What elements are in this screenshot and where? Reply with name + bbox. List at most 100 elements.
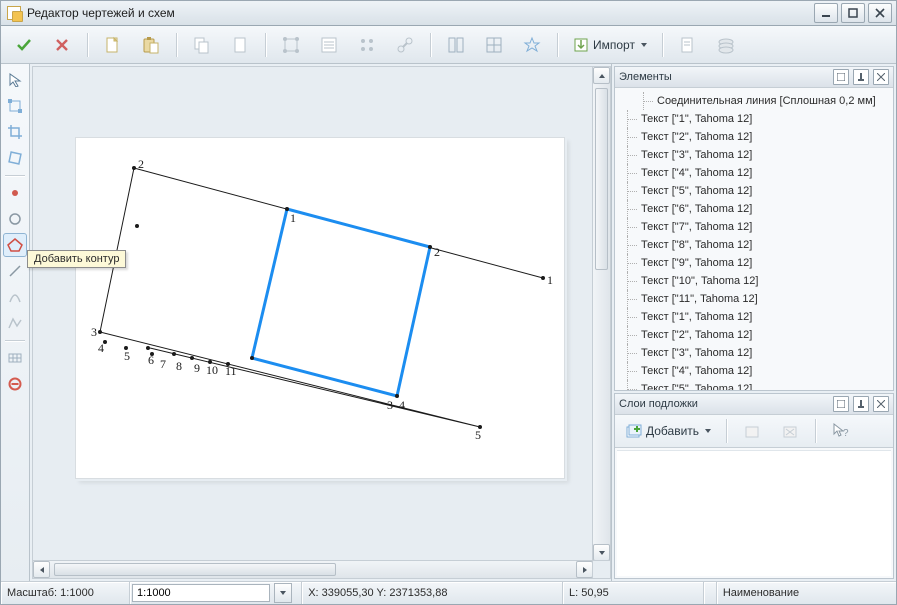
scroll-up-button[interactable] [593, 67, 610, 84]
tree-item[interactable]: Соединительная линия [Сплошная 0,2 мм] [615, 92, 893, 110]
scale-dropdown-button[interactable] [274, 583, 292, 603]
elements-tree[interactable]: Соединительная линия [Сплошная 0,2 мм]Те… [615, 88, 893, 390]
grid-button[interactable] [477, 32, 511, 58]
point-tool[interactable] [3, 181, 27, 205]
scroll-track[interactable] [50, 561, 576, 578]
scroll-right-button[interactable] [576, 561, 593, 578]
main-toolbar: Импорт [1, 26, 896, 64]
tree-item[interactable]: Текст ["11", Tahoma 12] [615, 290, 893, 308]
copy-button[interactable] [185, 32, 219, 58]
table-insert-tool[interactable] [3, 346, 27, 370]
status-scale-combo[interactable] [130, 582, 302, 604]
arc-tool[interactable] [3, 285, 27, 309]
polyline-tool[interactable] [3, 311, 27, 335]
separator [662, 33, 663, 57]
close-button[interactable] [868, 3, 892, 23]
layer-edit-button[interactable] [735, 418, 769, 444]
link-button[interactable] [388, 32, 422, 58]
columns-icon [447, 36, 465, 54]
labels: 1 2 3 4 5 1 2 3 4 5 6 7 8 [91, 157, 553, 442]
scroll-thumb[interactable] [54, 563, 336, 576]
crop2-icon [8, 151, 22, 165]
chevron-up-icon [599, 74, 605, 78]
svg-text:8: 8 [176, 359, 182, 373]
inner-contour [252, 209, 430, 396]
apply-button[interactable] [7, 32, 41, 58]
layer-add-button[interactable]: Добавить [619, 418, 718, 444]
scroll-left-button[interactable] [33, 561, 50, 578]
new-doc-button[interactable] [96, 32, 130, 58]
select-tool[interactable] [3, 68, 27, 92]
delete-tool[interactable] [3, 372, 27, 396]
panel-dock-button[interactable] [833, 396, 849, 412]
snap-button[interactable] [515, 32, 549, 58]
elements-title: Элементы [619, 71, 829, 83]
panel-close-button[interactable] [873, 69, 889, 85]
scroll-down-button[interactable] [593, 544, 610, 561]
layer-help-button[interactable]: ? [824, 418, 858, 444]
page-setup-button[interactable] [671, 32, 705, 58]
tree-item[interactable]: Текст ["10", Tahoma 12] [615, 272, 893, 290]
maximize-button[interactable] [841, 3, 865, 23]
elements-panel-header[interactable]: Элементы [615, 67, 893, 88]
layer-delete-button[interactable] [773, 418, 807, 444]
transform-button[interactable] [274, 32, 308, 58]
panel-dock-button[interactable] [833, 69, 849, 85]
scale-input[interactable] [132, 584, 270, 602]
tree-item[interactable]: Текст ["2", Tahoma 12] [615, 326, 893, 344]
scroll-thumb[interactable] [595, 88, 608, 270]
separator [726, 419, 727, 443]
cancel-button[interactable] [45, 32, 79, 58]
tree-item[interactable]: Текст ["3", Tahoma 12] [615, 344, 893, 362]
grid-icon [485, 36, 503, 54]
tree-item[interactable]: Текст ["5", Tahoma 12] [615, 182, 893, 200]
separator [5, 340, 25, 341]
crop-tool[interactable] [3, 120, 27, 144]
canvas-scrollbar-vertical[interactable] [592, 67, 610, 561]
scroll-corner [592, 560, 610, 578]
svg-text:4: 4 [98, 341, 104, 355]
panel-close-button[interactable] [873, 396, 889, 412]
layers-list[interactable] [617, 450, 891, 576]
tree-item[interactable]: Текст ["7", Tahoma 12] [615, 218, 893, 236]
scroll-track[interactable] [593, 84, 610, 544]
tree-item[interactable]: Текст ["1", Tahoma 12] [615, 308, 893, 326]
tree-item[interactable]: Текст ["4", Tahoma 12] [615, 164, 893, 182]
app-window: Редактор чертежей и схем [0, 0, 897, 605]
contour-tool[interactable] [3, 233, 27, 257]
tree-item-label: Текст ["10", Tahoma 12] [641, 275, 758, 287]
canvas-viewport[interactable]: 1 2 3 4 5 1 2 3 4 5 6 7 8 [32, 66, 611, 579]
tree-item[interactable]: Текст ["3", Tahoma 12] [615, 146, 893, 164]
paste-button[interactable] [134, 32, 168, 58]
layers-button[interactable] [709, 32, 743, 58]
doc-button[interactable] [223, 32, 257, 58]
columns-button[interactable] [439, 32, 473, 58]
tree-item[interactable]: Текст ["9", Tahoma 12] [615, 254, 893, 272]
circle-tool[interactable] [3, 207, 27, 231]
separator [430, 33, 431, 57]
nodes-button[interactable] [350, 32, 384, 58]
svg-text:9: 9 [194, 361, 200, 375]
tree-item[interactable]: Текст ["8", Tahoma 12] [615, 236, 893, 254]
import-button[interactable]: Импорт [566, 32, 654, 58]
panel-pin-button[interactable] [853, 69, 869, 85]
minimize-button[interactable] [814, 3, 838, 23]
svg-text:7: 7 [160, 357, 166, 371]
table-icon [8, 351, 22, 365]
crop-rotate-tool[interactable] [3, 146, 27, 170]
tree-item[interactable]: Текст ["1", Tahoma 12] [615, 110, 893, 128]
node-edit-tool[interactable] [3, 94, 27, 118]
tree-item-label: Текст ["11", Tahoma 12] [641, 293, 758, 305]
panel-pin-button[interactable] [853, 396, 869, 412]
list-button[interactable] [312, 32, 346, 58]
chevron-down-icon [641, 43, 647, 47]
layers-panel-header[interactable]: Слои подложки [615, 394, 893, 415]
line-tool[interactable] [3, 259, 27, 283]
tree-item[interactable]: Текст ["6", Tahoma 12] [615, 200, 893, 218]
layers-title: Слои подложки [619, 398, 829, 410]
canvas-scrollbar-horizontal[interactable] [33, 560, 593, 578]
svg-text:2: 2 [138, 157, 144, 171]
tree-item[interactable]: Текст ["4", Tahoma 12] [615, 362, 893, 380]
tree-item[interactable]: Текст ["2", Tahoma 12] [615, 128, 893, 146]
tree-item[interactable]: Текст ["5", Tahoma 12] [615, 380, 893, 390]
